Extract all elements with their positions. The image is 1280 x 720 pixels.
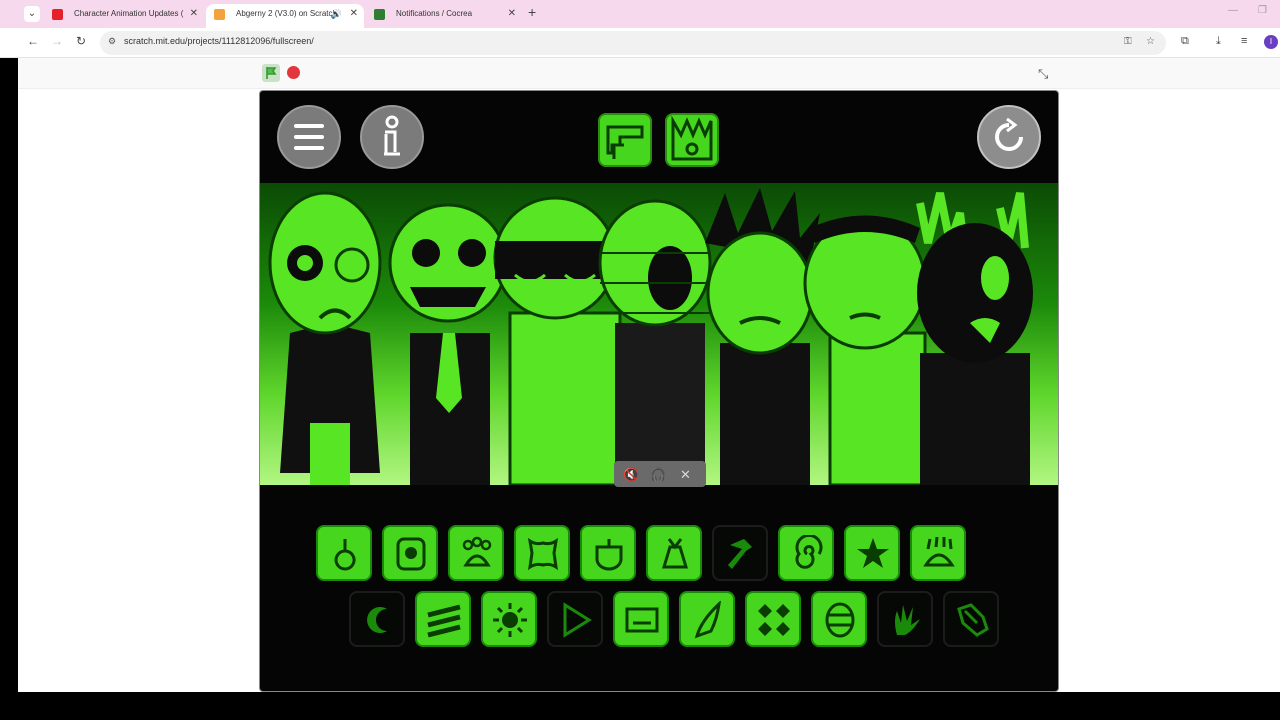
browser-toolbar: ← → ↻ ⚙ scratch.mit.edu/projects/1112812… <box>0 28 1280 58</box>
character-7[interactable] <box>916 192 1033 485</box>
drop-icon[interactable] <box>316 525 372 581</box>
scratch-icon <box>214 9 225 20</box>
tab-character-animation[interactable]: Character Animation Updates ( ✕ <box>44 4 204 28</box>
spiral-icon[interactable] <box>778 525 834 581</box>
site-info-icon[interactable]: ⚙ <box>108 36 116 47</box>
tab-strip: ⌄ Character Animation Updates ( ✕ Abgern… <box>0 0 1280 28</box>
character-6[interactable] <box>803 215 927 486</box>
scratch-controls-bar: ⤡ <box>18 58 1280 89</box>
feather-icon[interactable] <box>679 591 735 647</box>
character-3[interactable] <box>493 196 622 485</box>
bonus-monster-icon[interactable] <box>665 113 719 167</box>
character-2[interactable] <box>388 203 508 485</box>
moon-icon[interactable] <box>349 591 405 647</box>
paw-icon[interactable] <box>448 525 504 581</box>
exit-fullscreen-icon[interactable]: ⤡ <box>1038 66 1048 82</box>
close-tab-icon[interactable]: ✕ <box>508 4 516 24</box>
eye-icon[interactable] <box>382 525 438 581</box>
bag-icon[interactable] <box>646 525 702 581</box>
headphones-icon[interactable]: 🎧 <box>650 467 666 483</box>
tab-search-icon[interactable]: ⌄ <box>24 6 40 22</box>
close-icon[interactable]: ✕ <box>680 467 691 483</box>
claw-icon[interactable] <box>910 525 966 581</box>
hammer-icon[interactable] <box>712 525 768 581</box>
glove-icon[interactable] <box>943 591 999 647</box>
forward-icon[interactable]: → <box>49 34 65 48</box>
cocrea-icon <box>374 9 385 20</box>
browser-chrome: ⌄ Character Animation Updates ( ✕ Abgern… <box>0 0 1280 58</box>
media-controls-icon[interactable]: ≡ <box>1241 35 1247 47</box>
character-4[interactable] <box>598 199 712 485</box>
info-icon[interactable] <box>360 105 424 169</box>
minimize-icon[interactable]: — <box>1228 5 1238 16</box>
egg-icon[interactable] <box>811 591 867 647</box>
reload-icon[interactable] <box>977 105 1041 169</box>
tab-title: Character Animation Updates ( <box>74 9 184 18</box>
bone-icon[interactable] <box>514 525 570 581</box>
cup-icon[interactable] <box>580 525 636 581</box>
tab-abgerny[interactable]: Abgerny 2 (V3.0) on Scratch 🔊 ✕ <box>206 4 364 28</box>
restore-icon[interactable]: ❐ <box>1258 5 1267 16</box>
mute-icon[interactable]: 🔇 <box>623 467 639 483</box>
password-key-icon[interactable]: ⚿ <box>1124 36 1132 47</box>
download-icon[interactable]: ⤓ <box>1216 35 1221 48</box>
stripes-icon[interactable] <box>415 591 471 647</box>
stop-icon[interactable] <box>287 66 300 79</box>
tab-title: Notifications / Cocrea <box>396 9 473 18</box>
character-5[interactable] <box>705 188 820 485</box>
character-1[interactable] <box>268 191 382 485</box>
tab-title: Abgerny 2 (V3.0) on Scratch <box>236 9 337 18</box>
extensions-icon[interactable]: ⧉ <box>1181 35 1189 48</box>
diamonds-icon[interactable] <box>745 591 801 647</box>
profile-avatar[interactable]: I <box>1264 35 1278 49</box>
bonus-poster-icon[interactable] <box>598 113 652 167</box>
bookmark-star-icon[interactable]: ☆ <box>1146 36 1155 47</box>
back-icon[interactable]: ← <box>25 34 41 48</box>
speaker-icon[interactable]: 🔊 <box>331 4 342 24</box>
audio-controls: 🔇 🎧 ✕ <box>614 461 706 487</box>
close-tab-icon[interactable]: ✕ <box>350 4 358 24</box>
reload-page-icon[interactable]: ↻ <box>73 34 89 48</box>
url-text[interactable]: scratch.mit.edu/projects/1112812096/full… <box>124 36 314 46</box>
tab-notifications[interactable]: Notifications / Cocrea ✕ <box>366 4 522 28</box>
hand-icon[interactable] <box>877 591 933 647</box>
sun-icon[interactable] <box>481 591 537 647</box>
game-stage[interactable]: 🔇 🎧 ✕ <box>259 90 1059 692</box>
green-flag-icon[interactable] <box>262 64 280 82</box>
close-tab-icon[interactable]: ✕ <box>190 4 198 24</box>
screen-icon[interactable] <box>613 591 669 647</box>
address-bar[interactable]: ⚙ scratch.mit.edu/projects/1112812096/fu… <box>100 31 1166 55</box>
hamburger-icon[interactable] <box>277 105 341 169</box>
star-icon[interactable] <box>844 525 900 581</box>
character-lineup[interactable] <box>260 183 1058 486</box>
youtube-icon <box>52 9 63 20</box>
new-tab-button[interactable]: + <box>528 4 536 20</box>
play-icon[interactable] <box>547 591 603 647</box>
